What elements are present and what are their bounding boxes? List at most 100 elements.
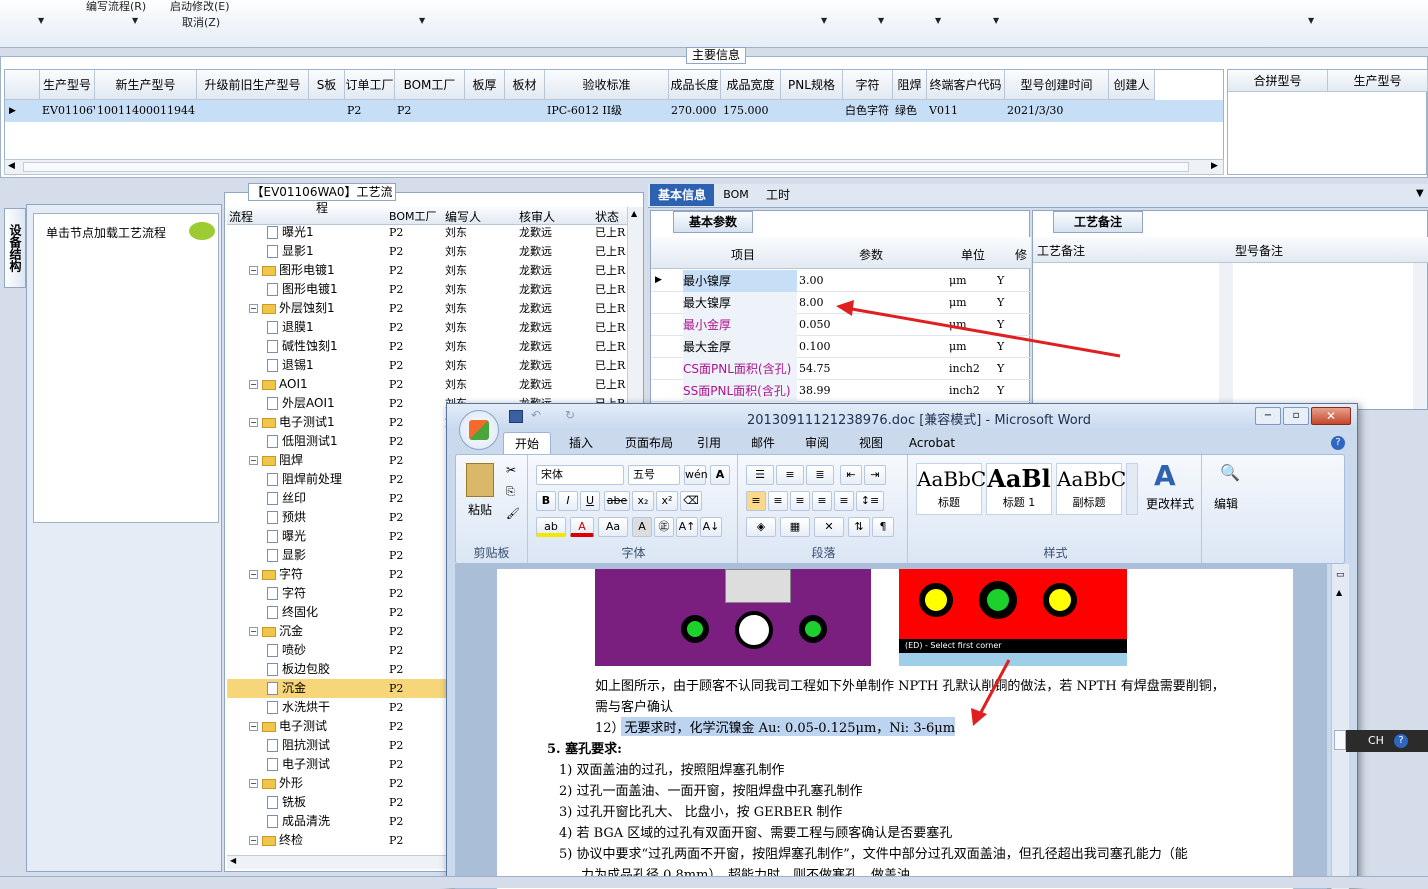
table-cell[interactable]: P2 bbox=[347, 100, 395, 122]
table-cell[interactable]: EV01106WA0 bbox=[42, 100, 95, 122]
table-cell[interactable]: 白色字符 bbox=[845, 100, 893, 122]
column-header[interactable]: 阻焊 bbox=[893, 70, 927, 100]
clear-format-icon[interactable]: ⌫ bbox=[680, 491, 702, 511]
table-cell[interactable] bbox=[467, 100, 505, 122]
start-modify-menu[interactable]: 启动修改(E) bbox=[170, 0, 230, 14]
align-right-icon[interactable]: ≡ bbox=[790, 491, 810, 511]
font-size-select[interactable]: 五号 bbox=[628, 465, 680, 485]
col-item[interactable]: 项目 bbox=[731, 246, 755, 263]
table-cell[interactable]: 10011400011944 bbox=[97, 100, 197, 122]
underline-icon[interactable]: U bbox=[580, 491, 600, 511]
align-left-icon[interactable]: ≡ bbox=[746, 491, 766, 511]
paste-icon[interactable] bbox=[466, 463, 494, 497]
tab-review[interactable]: 审阅 bbox=[795, 432, 839, 454]
tree-node[interactable]: 退膜1 P2 刘东 龙歎远 已上R bbox=[227, 318, 627, 337]
distribute-icon[interactable]: ≡ bbox=[834, 491, 854, 511]
multilevel-icon[interactable]: ≣ bbox=[806, 465, 834, 485]
dropdown-arrow-icon[interactable]: ▼ bbox=[419, 16, 425, 25]
param-flag[interactable]: Y bbox=[997, 384, 1004, 397]
col-modify[interactable]: 修 bbox=[1015, 246, 1027, 263]
collapse-icon[interactable]: − bbox=[249, 418, 258, 427]
table-cell[interactable]: V011 bbox=[929, 100, 1005, 122]
collapse-icon[interactable]: − bbox=[249, 722, 258, 731]
column-header[interactable]: S板 bbox=[309, 70, 345, 100]
column-header[interactable]: 板材 bbox=[505, 70, 545, 100]
doc-vertical-scrollbar[interactable]: ▭ ▲ bbox=[1331, 564, 1349, 889]
change-styles-button[interactable]: 更改样式 bbox=[1146, 495, 1194, 512]
paste-button[interactable]: 粘贴 bbox=[468, 501, 492, 518]
styles-scroll[interactable] bbox=[1126, 463, 1138, 515]
edit-button[interactable]: 编辑 bbox=[1214, 495, 1238, 512]
change-case-icon[interactable]: Aa bbox=[598, 517, 628, 537]
param-value[interactable]: 3.00 bbox=[799, 274, 824, 287]
style-title[interactable]: AaBbC 标题 bbox=[916, 463, 986, 515]
show-marks-icon[interactable]: ¶ bbox=[872, 517, 894, 537]
col-bom[interactable]: BOM工厂 bbox=[389, 208, 437, 224]
ruler-icon[interactable]: ▭ bbox=[1336, 570, 1345, 580]
justify-icon[interactable]: ≡ bbox=[812, 491, 832, 511]
scroll-thumb[interactable] bbox=[1334, 730, 1346, 750]
find-icon[interactable]: 🔍 bbox=[1220, 463, 1240, 482]
dropdown-arrow-icon[interactable]: ▼ bbox=[993, 16, 999, 25]
table-cell[interactable]: 175.000 bbox=[723, 100, 781, 122]
edit-flow-menu[interactable]: 编写流程(R) bbox=[86, 0, 146, 14]
scroll-left-icon[interactable]: ◀ bbox=[230, 856, 236, 865]
tree-node[interactable]: 图形电镀1 P2 刘东 龙歎远 已上R bbox=[227, 280, 627, 299]
tab-acrobat[interactable]: Acrobat bbox=[901, 432, 963, 454]
italic-icon[interactable]: I bbox=[558, 491, 578, 511]
param-unit[interactable]: inch2 bbox=[949, 384, 980, 397]
tab-mailings[interactable]: 邮件 bbox=[741, 432, 785, 454]
save-icon[interactable] bbox=[509, 410, 523, 423]
tree-node[interactable]: 碱性蚀刻1 P2 刘东 龙歎远 已上R bbox=[227, 337, 627, 356]
asian-layout-icon[interactable]: ✕ bbox=[814, 517, 844, 537]
dropdown-arrow-icon[interactable]: ▼ bbox=[38, 16, 44, 25]
column-header[interactable]: PNL规格 bbox=[781, 70, 843, 100]
font-color-icon[interactable]: A bbox=[570, 517, 594, 537]
cut-icon[interactable]: ✂ bbox=[506, 463, 516, 477]
dropdown-arrow-icon[interactable]: ▼ bbox=[1416, 188, 1424, 199]
minimize-icon[interactable]: − bbox=[1255, 407, 1281, 425]
table-cell[interactable]: 270.000 bbox=[671, 100, 721, 122]
collapse-icon[interactable]: − bbox=[249, 627, 258, 636]
redo-icon[interactable]: ↻ bbox=[565, 408, 575, 422]
collapse-icon[interactable]: − bbox=[249, 304, 258, 313]
collapse-icon[interactable]: − bbox=[249, 570, 258, 579]
cancel-menu[interactable]: 取消(Z) bbox=[182, 14, 220, 30]
dropdown-arrow-icon[interactable]: ▼ bbox=[935, 16, 941, 25]
column-header[interactable]: 成品宽度 bbox=[721, 70, 781, 100]
help-icon[interactable]: ? bbox=[1394, 734, 1408, 748]
column-header[interactable]: 字符 bbox=[843, 70, 893, 100]
document-page[interactable]: (ED) - Select first corner 如上图所示，由于顾客不认同… bbox=[497, 569, 1293, 889]
shading-icon[interactable]: ◈ bbox=[746, 517, 776, 537]
param-row[interactable]: ▶ 最小镍厚 3.00 μm Y bbox=[651, 270, 1031, 292]
increase-indent-icon[interactable]: ⇥ bbox=[864, 465, 886, 485]
enclose-char-icon[interactable]: ㊣ bbox=[654, 517, 674, 537]
bullets-icon[interactable]: ☰ bbox=[746, 465, 774, 485]
shrink-font-icon[interactable]: A↓ bbox=[700, 517, 722, 537]
merge-model-header[interactable]: 合拼型号 bbox=[1228, 70, 1328, 92]
column-header[interactable]: 创建人 bbox=[1109, 70, 1155, 100]
collapse-icon[interactable]: − bbox=[249, 836, 258, 845]
char-shading-icon[interactable]: A bbox=[632, 517, 652, 537]
column-header[interactable]: 生产型号 bbox=[40, 70, 95, 100]
table-cell[interactable] bbox=[783, 100, 843, 122]
scroll-thumb[interactable] bbox=[23, 162, 1189, 172]
restore-icon[interactable]: ▫ bbox=[1283, 407, 1309, 425]
table-cell[interactable] bbox=[311, 100, 345, 122]
table-cell[interactable]: IPC-6012 II级 bbox=[547, 100, 669, 122]
table-cell[interactable] bbox=[507, 100, 545, 122]
model-header[interactable]: 生产型号 bbox=[1328, 70, 1428, 92]
help-icon[interactable]: ? bbox=[1331, 436, 1345, 450]
align-center-icon[interactable]: ≡ bbox=[768, 491, 788, 511]
tree-node[interactable]: 退锡1 P2 刘东 龙歎远 已上R bbox=[227, 356, 627, 375]
column-header[interactable]: 型号创建时间 bbox=[1005, 70, 1109, 100]
char-border-icon[interactable]: A bbox=[710, 465, 730, 485]
tree-node[interactable]: − 图形电镀1 P2 刘东 龙歎远 已上R bbox=[227, 261, 627, 280]
dropdown-arrow-icon[interactable]: ▼ bbox=[878, 16, 884, 25]
column-header[interactable]: BOM工厂 bbox=[395, 70, 465, 100]
collapse-icon[interactable]: − bbox=[249, 779, 258, 788]
tab-home[interactable]: 开始 bbox=[503, 432, 551, 456]
tab-work-hours[interactable]: 工时 bbox=[760, 184, 796, 206]
scroll-up-icon[interactable]: ▲ bbox=[1336, 588, 1342, 597]
dropdown-arrow-icon[interactable]: ▼ bbox=[1308, 16, 1314, 25]
